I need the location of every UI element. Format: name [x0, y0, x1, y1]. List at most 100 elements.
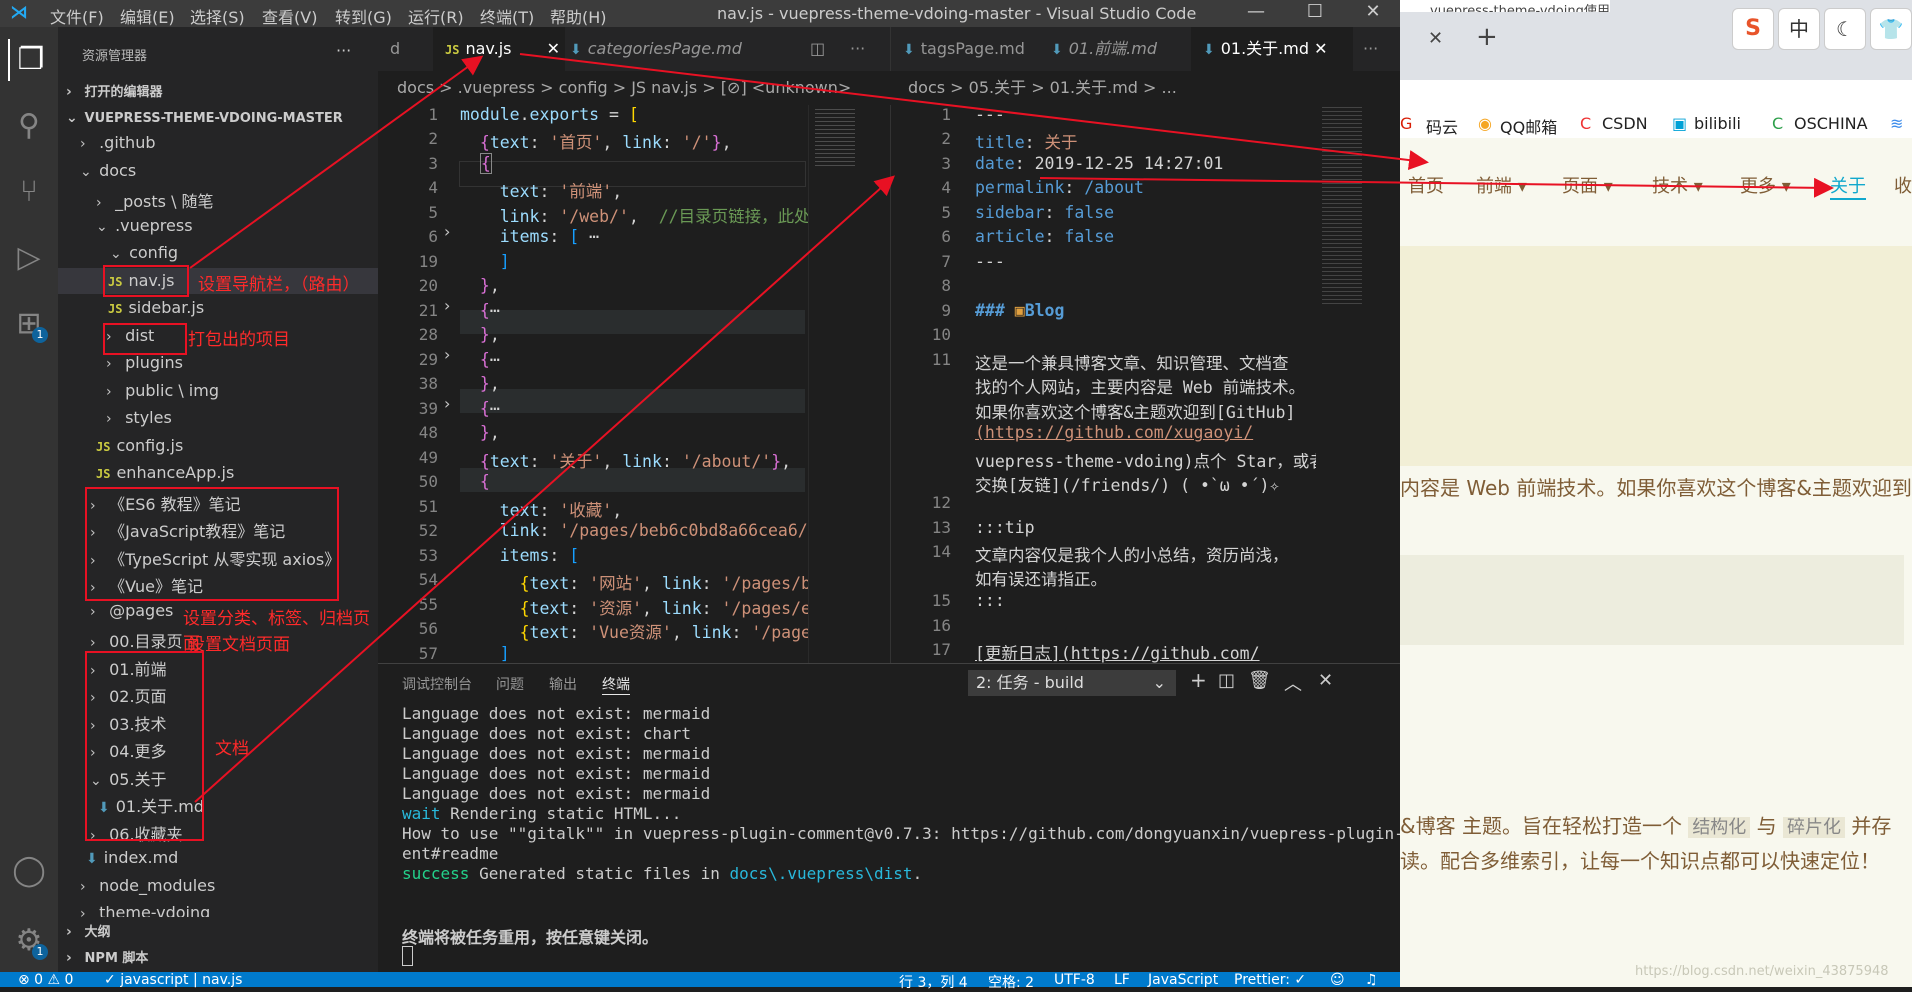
- menu-terminal[interactable]: 终端(T): [480, 4, 534, 28]
- problems-status[interactable]: ⊗ 0 ⚠ 0: [18, 972, 73, 988]
- trash-icon[interactable]: 🗑: [1248, 670, 1271, 691]
- tree-item[interactable]: › theme-vdoing: [80, 903, 210, 917]
- new-tab-icon[interactable]: +: [1476, 22, 1498, 52]
- annotation-box-navjs: [103, 265, 189, 297]
- ime-chinese-toggle[interactable]: 中: [1778, 8, 1820, 50]
- language-status[interactable]: JavaScript: [1148, 972, 1218, 988]
- cursor-position[interactable]: 行 3，列 4: [899, 972, 968, 992]
- tree-item[interactable]: JS enhanceApp.js: [96, 463, 234, 482]
- fold-chevron-icon[interactable]: ›: [444, 394, 450, 413]
- tree-item[interactable]: JS config.js: [96, 436, 183, 455]
- fold-chevron-icon[interactable]: ›: [444, 345, 450, 364]
- editor-more-icon[interactable]: ···: [1351, 27, 1378, 71]
- menu-help[interactable]: 帮助(H): [550, 4, 607, 28]
- nav-more[interactable]: 更多 ▾: [1740, 172, 1791, 198]
- bookmark-gitee[interactable]: 码云: [1426, 114, 1458, 138]
- settings-icon[interactable]: ⚙ 1: [8, 920, 50, 962]
- tree-item[interactable]: › .github: [80, 133, 156, 152]
- close-panel-icon[interactable]: ✕: [1318, 670, 1333, 691]
- tab-overflow[interactable]: d: [378, 27, 440, 71]
- menu-edit[interactable]: 编辑(E): [120, 4, 175, 28]
- explorer-more-button[interactable]: ···: [336, 41, 351, 60]
- minimap[interactable]: [808, 105, 879, 663]
- feedback-icon[interactable]: ☺: [1330, 972, 1345, 988]
- menu-view[interactable]: 查看(V): [262, 4, 317, 28]
- minimize-button[interactable]: —: [1233, 0, 1279, 27]
- menu-go[interactable]: 转到(G): [335, 4, 392, 28]
- tree-item[interactable]: › @pages: [90, 601, 173, 620]
- files-icon[interactable]: ❐: [8, 39, 52, 81]
- editor-more-icon[interactable]: ···: [838, 27, 865, 71]
- tree-item[interactable]: › plugins: [106, 353, 183, 372]
- close-window-button[interactable]: ✕: [1350, 0, 1396, 27]
- maximize-button[interactable]: ☐: [1292, 0, 1338, 27]
- tree-item[interactable]: ⬇ index.md: [86, 848, 178, 867]
- nav-tech[interactable]: 技术 ▾: [1652, 172, 1703, 198]
- close-tab-icon[interactable]: ✕: [1428, 28, 1443, 49]
- bell-icon[interactable]: ♫: [1365, 972, 1378, 988]
- moon-icon[interactable]: ☾: [1824, 8, 1866, 50]
- tab-output[interactable]: 输出: [549, 674, 577, 694]
- project-root-section[interactable]: ⌄ VUEPRESS-THEME-VDOING-MASTER: [66, 110, 343, 126]
- close-tab-icon[interactable]: ✕: [1314, 39, 1327, 58]
- split-editor-icon[interactable]: ◫: [798, 27, 825, 71]
- tab-about-md[interactable]: ⬇ 01.关于.md ✕: [1191, 27, 1353, 71]
- task-select[interactable]: 2: 任务 - build ⌄: [968, 670, 1176, 696]
- tab-debug-console[interactable]: 调试控制台: [402, 674, 472, 694]
- tree-item[interactable]: › node_modules: [80, 876, 215, 895]
- menu-selection[interactable]: 选择(S): [190, 4, 245, 28]
- editor2-code-area[interactable]: 1 2 3 4 5 6 7 8 9 10 11 12 13 14 15 16 1…: [890, 105, 1401, 663]
- indent-status[interactable]: 空格: 2: [988, 972, 1034, 992]
- bookmark-qqmail[interactable]: QQ邮箱: [1500, 114, 1557, 138]
- line-number: 28: [418, 325, 438, 344]
- bookmark-oschina[interactable]: OSCHINA: [1794, 114, 1868, 133]
- tab-categories[interactable]: ⬇ categoriesPage.md: [558, 27, 790, 71]
- nav-pages[interactable]: 页面 ▾: [1562, 172, 1613, 198]
- ime-sogou-icon[interactable]: S: [1732, 8, 1774, 50]
- shirt-icon[interactable]: 👕: [1870, 8, 1912, 50]
- nav-collect[interactable]: 收: [1894, 172, 1912, 198]
- tab-frontend[interactable]: ⬇ 01.前端.md: [1039, 27, 1201, 71]
- tree-item[interactable]: ⌄ config: [110, 243, 178, 262]
- tree-item[interactable]: › styles: [106, 408, 172, 427]
- bookmark-bilibili[interactable]: bilibili: [1694, 114, 1741, 133]
- tab-problems[interactable]: 问题: [496, 674, 524, 694]
- split-terminal-icon[interactable]: ◫: [1218, 670, 1235, 691]
- tree-item[interactable]: › 00.目录页: [90, 628, 183, 652]
- editor1-breadcrumb[interactable]: docs > .vuepress > config > JS nav.js > …: [397, 71, 851, 105]
- maximize-panel-icon[interactable]: ︿: [1284, 670, 1302, 696]
- prettier-status[interactable]: Prettier: ✓: [1234, 972, 1306, 988]
- tree-item[interactable]: JS sidebar.js: [108, 298, 204, 317]
- tree-item[interactable]: ⌄ .vuepress: [96, 216, 193, 235]
- eol-status[interactable]: LF: [1114, 972, 1130, 988]
- open-editors-section[interactable]: › 打开的编辑器: [66, 81, 163, 100]
- source-control-icon[interactable]: ⑂: [8, 171, 50, 213]
- search-icon[interactable]: ⚲: [8, 105, 50, 147]
- fold-chevron-icon[interactable]: ›: [444, 222, 450, 241]
- account-icon[interactable]: ◯: [8, 850, 50, 892]
- tree-item[interactable]: ⌄ docs: [80, 161, 136, 180]
- menu-run[interactable]: 运行(R): [408, 4, 464, 28]
- bookmark-csdn[interactable]: CSDN: [1602, 114, 1648, 133]
- tree-item[interactable]: › public \ img: [106, 381, 219, 400]
- editor1-code-area[interactable]: 1 2 3 4 5 6 19 20 21 28 29 38 39 48 49 5…: [378, 105, 890, 663]
- encoding-status[interactable]: UTF-8: [1054, 972, 1095, 988]
- npm-scripts-section[interactable]: › NPM 脚本: [66, 947, 148, 966]
- tab-nav-js[interactable]: JS nav.js ✕: [433, 27, 565, 71]
- nav-home[interactable]: 首页: [1408, 172, 1444, 198]
- minimap[interactable]: [1316, 105, 1396, 663]
- add-terminal-icon[interactable]: +: [1190, 668, 1207, 692]
- editor2-breadcrumb[interactable]: docs > 05.关于 > 01.关于.md > ...: [908, 71, 1177, 105]
- outline-section[interactable]: › 大纲: [66, 921, 111, 940]
- tab-tagspage[interactable]: ⬇ tagsPage.md: [891, 27, 1043, 71]
- tree-item[interactable]: › _posts \ 随笔: [96, 188, 214, 212]
- nav-about[interactable]: 关于: [1830, 172, 1866, 200]
- run-debug-icon[interactable]: ▷: [8, 237, 50, 279]
- tab-terminal[interactable]: 终端: [602, 674, 630, 695]
- menu-file[interactable]: 文件(F): [50, 4, 104, 28]
- bookmark-more-icon[interactable]: ≋: [1890, 114, 1903, 133]
- extensions-icon[interactable]: ⊞ 1: [8, 303, 50, 345]
- nav-frontend[interactable]: 前端 ▾: [1476, 172, 1527, 198]
- fold-chevron-icon[interactable]: ›: [444, 296, 450, 315]
- browser-tab[interactable]: vuepress-theme-vdoing使用体验.md -: [1400, 0, 1610, 12]
